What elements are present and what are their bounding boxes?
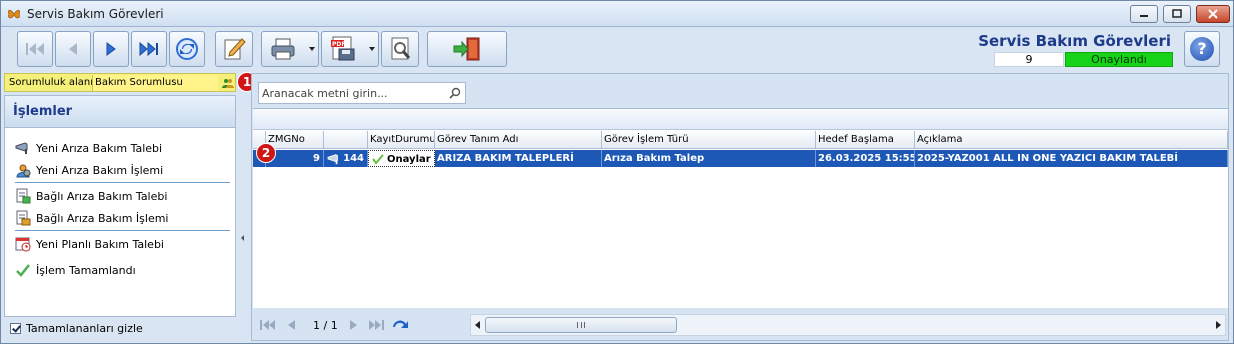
hide-completed-checkbox[interactable]: [10, 323, 21, 334]
refresh-icon: [176, 38, 198, 60]
record-count: 9: [994, 52, 1064, 67]
horizontal-scrollbar[interactable]: [470, 314, 1226, 336]
first-record-button[interactable]: [17, 31, 53, 67]
cell-status: Onaylar: [368, 150, 435, 167]
print-button[interactable]: [261, 31, 319, 67]
pager-first-icon[interactable]: [258, 316, 278, 334]
check-icon: [16, 264, 30, 277]
hide-completed-label: Tamamlananları gizle: [26, 322, 143, 335]
column-header-status[interactable]: KayıtDurumu: [368, 131, 435, 149]
operations-panel: İşlemler Yeni Arıza Bakım Talebi Yeni Ar…: [4, 95, 236, 317]
minimize-button[interactable]: [1130, 5, 1158, 23]
pdf-export-dropdown-icon[interactable]: [369, 47, 375, 51]
column-header-process-type[interactable]: Görev İşlem Türü: [602, 131, 816, 149]
linked-process-icon: [16, 210, 31, 226]
cell-description: 2025-YAZ001 ALL IN ONE YAZICI BAKIM TALE…: [915, 150, 1228, 167]
collapse-arrow-icon[interactable]: [241, 235, 244, 241]
butterfly-icon: [8, 9, 20, 19]
previous-record-icon: [69, 43, 77, 55]
cell-type: 144: [324, 150, 368, 167]
responsibility-bar: Sorumluluk alanı Bakım Sorumlusu: [4, 73, 236, 92]
print-icon: [271, 38, 295, 60]
menu-item-linked-fault-process[interactable]: Bağlı Arıza Bakım İşlemi: [15, 208, 229, 228]
column-header-zmgno[interactable]: ZMGNo: [266, 131, 324, 149]
help-icon: ?: [1190, 37, 1214, 61]
maximize-icon: [1172, 9, 1182, 18]
menu-item-new-fault-request[interactable]: Yeni Arıza Bakım Talebi: [15, 138, 229, 158]
menu-divider: [15, 182, 230, 183]
responsibility-value: Bakım Sorumlusu: [95, 77, 183, 88]
refresh-button[interactable]: [169, 31, 205, 67]
scroll-right-icon[interactable]: [1216, 321, 1221, 329]
table-row[interactable]: 9 144 Onaylar ARIZA BAKIM TALEPLERİ Arız…: [253, 150, 1228, 167]
search-input[interactable]: [262, 86, 442, 100]
next-record-button[interactable]: [93, 31, 129, 67]
grip-icon: [577, 322, 585, 328]
group-panel: [253, 109, 1228, 130]
main-window: Servis Bakım Görevleri PDF Servis Bakım …: [0, 0, 1234, 344]
pager-next-icon[interactable]: [344, 316, 364, 334]
column-header-type[interactable]: [324, 131, 368, 149]
column-header-description[interactable]: Açıklama: [915, 131, 1228, 149]
fault-request-icon: [15, 142, 28, 154]
last-record-button[interactable]: [131, 31, 167, 67]
check-icon: [372, 154, 384, 165]
panel-splitter[interactable]: [239, 73, 249, 341]
menu-divider: [15, 230, 230, 231]
print-dropdown-icon[interactable]: [309, 47, 315, 51]
minimize-icon: [1140, 15, 1148, 17]
maximize-button[interactable]: [1163, 5, 1191, 23]
cell-number: 144: [343, 153, 364, 164]
column-header-task-name[interactable]: Görev Tanım Adı: [435, 131, 602, 149]
fault-process-icon: [16, 164, 31, 178]
users-icon[interactable]: [222, 77, 234, 89]
menu-item-process-completed[interactable]: İşlem Tamamlandı: [15, 260, 229, 280]
cell-target-start: 26.03.2025 15:55: [816, 150, 915, 167]
next-record-icon: [106, 42, 116, 56]
previous-record-button[interactable]: [55, 31, 91, 67]
linked-request-icon: [16, 188, 31, 204]
search-box: [258, 82, 466, 104]
pdf-export-button[interactable]: PDF: [321, 31, 379, 67]
responsibility-selector[interactable]: Bakım Sorumlusu: [92, 75, 218, 91]
edit-icon: [224, 38, 246, 60]
scrollbar-thumb[interactable]: [485, 317, 677, 333]
pager-previous-icon[interactable]: [282, 316, 302, 334]
menu-item-new-planned-request[interactable]: Yeni Planlı Bakım Talebi: [15, 234, 229, 254]
menu-item-new-fault-process[interactable]: Yeni Arıza Bakım İşlemi: [15, 160, 229, 180]
help-button[interactable]: ?: [1184, 31, 1220, 67]
edit-button[interactable]: [215, 31, 253, 67]
close-icon: [1208, 9, 1218, 19]
title-bar: Servis Bakım Görevleri: [1, 1, 1233, 27]
window-title: Servis Bakım Görevleri: [27, 7, 164, 21]
close-button[interactable]: [1196, 5, 1230, 23]
cell-process-type: Arıza Bakım Talep: [602, 150, 816, 167]
last-record-icon: [139, 41, 158, 57]
main-content: ZMGNo KayıtDurumu Görev Tanım Adı Görev …: [251, 73, 1229, 341]
operations-panel-title: İşlemler: [5, 96, 235, 128]
scroll-left-icon[interactable]: [475, 321, 480, 329]
svg-text:PDF: PDF: [332, 41, 345, 48]
column-header-target-start[interactable]: Hedef Başlama: [816, 131, 915, 149]
pager-last-icon[interactable]: [366, 316, 386, 334]
exit-button[interactable]: [427, 31, 507, 67]
page-title: Servis Bakım Görevleri: [978, 32, 1171, 50]
tools-icon: [391, 37, 411, 60]
pager-text: 1 / 1: [313, 319, 338, 332]
pager-refresh-icon[interactable]: [390, 316, 410, 334]
annotation-marker-2: 2: [256, 143, 276, 163]
data-grid: ZMGNo KayıtDurumu Görev Tanım Adı Görev …: [253, 108, 1228, 308]
exit-icon: [453, 37, 480, 61]
cell-status-text: Onaylar: [387, 154, 431, 165]
status-badge: Onaylandı: [1065, 52, 1173, 67]
menu-item-linked-fault-request[interactable]: Bağlı Arıza Bakım Talebi: [15, 186, 229, 206]
cell-task-name: ARIZA BAKIM TALEPLERİ: [435, 150, 602, 167]
responsibility-label: Sorumluluk alanı: [9, 77, 94, 88]
tools-button[interactable]: [381, 31, 419, 67]
planned-request-icon: [15, 237, 31, 252]
pdf-export-icon: PDF: [331, 36, 355, 61]
fault-request-icon: [327, 154, 338, 165]
search-icon[interactable]: [449, 87, 461, 99]
first-record-icon: [26, 43, 44, 55]
